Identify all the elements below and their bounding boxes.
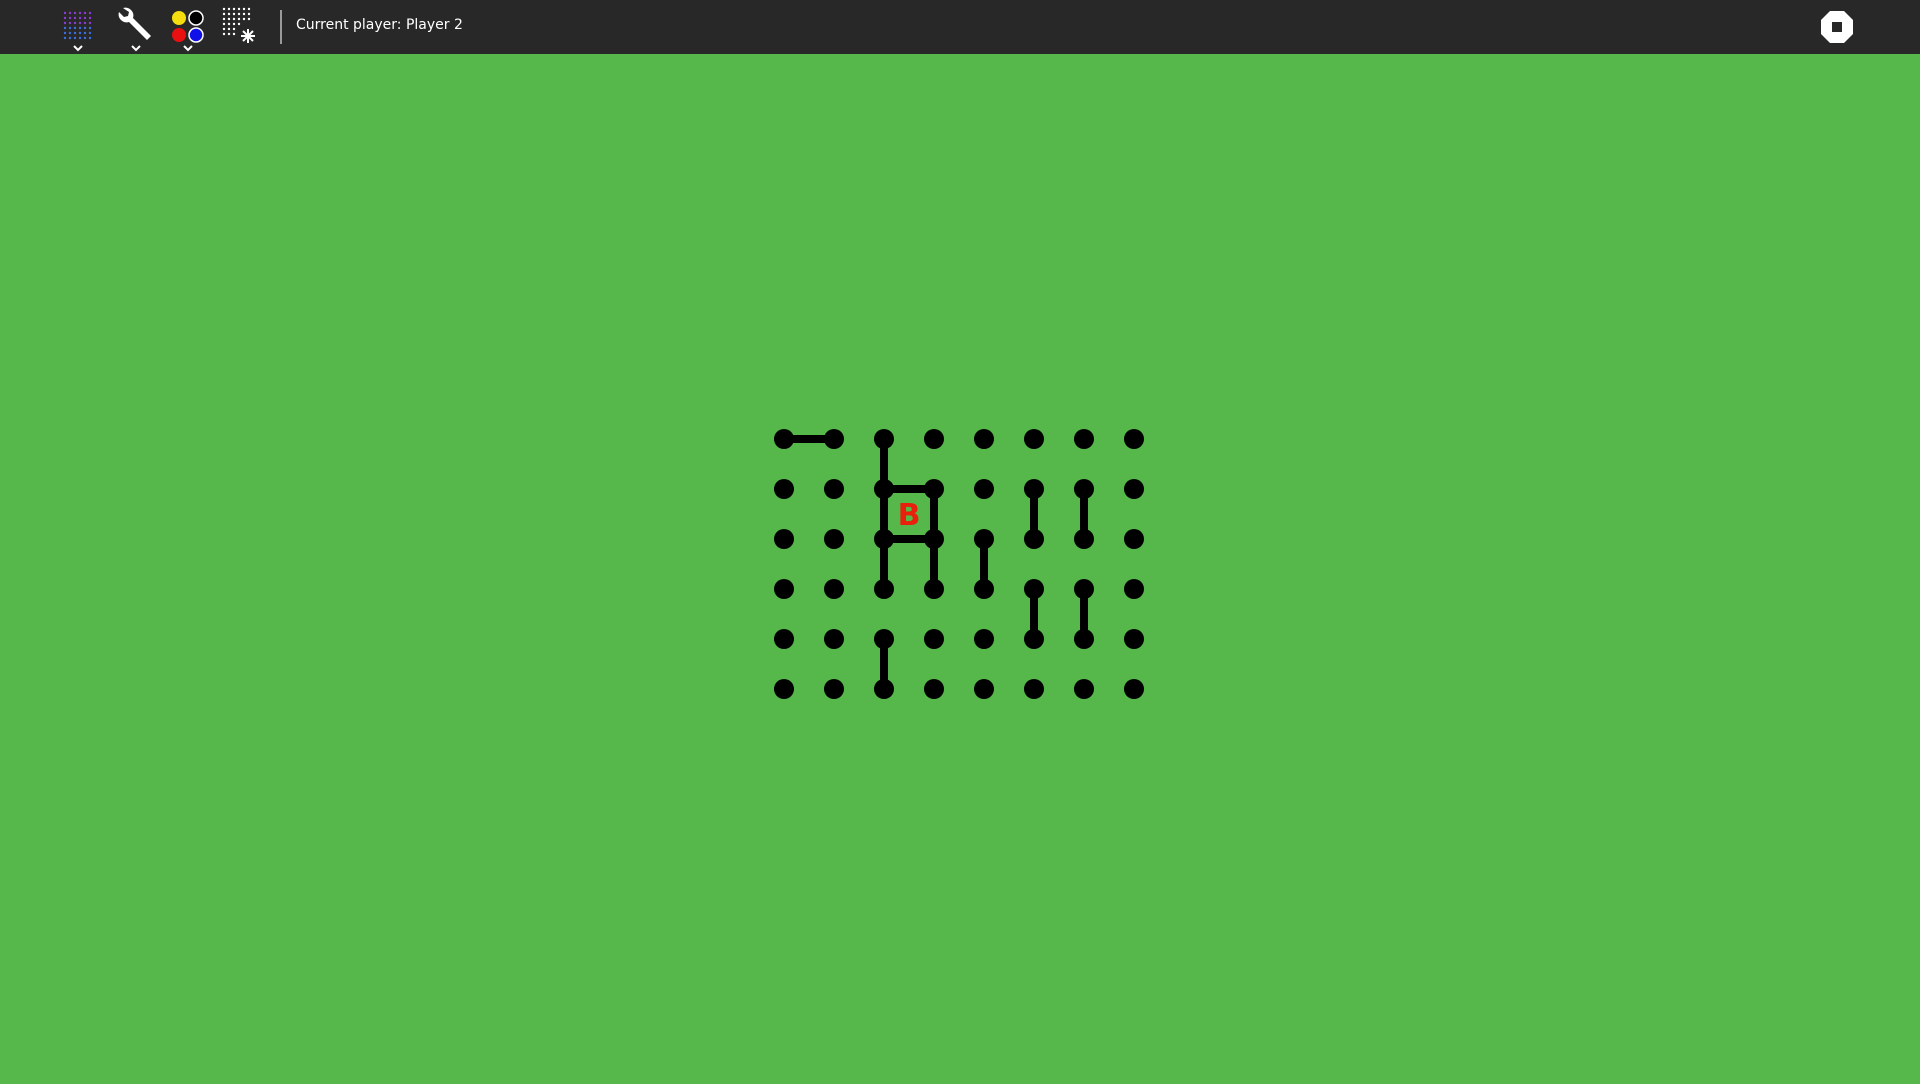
new-game-icon [222,7,255,43]
grid-dot[interactable] [774,579,794,599]
grid-dot[interactable] [1024,529,1044,549]
grid-dot[interactable] [874,679,894,699]
grid-dot[interactable] [1074,479,1094,499]
grid-dot[interactable] [974,629,994,649]
grid-dot[interactable] [774,679,794,699]
game-board[interactable]: B [0,54,1920,1080]
grid-dot[interactable] [874,579,894,599]
grid-dot[interactable] [924,479,944,499]
dot-grid[interactable]: B [0,54,1920,1080]
grid-dot[interactable] [1024,579,1044,599]
current-player-label: Current player: [296,17,402,33]
grid-dot[interactable] [1024,429,1044,449]
player-colors-button[interactable] [164,0,212,54]
grid-dot[interactable] [1124,529,1144,549]
grid-dot[interactable] [974,429,994,449]
grid-dot[interactable] [874,429,894,449]
grid-dot[interactable] [924,629,944,649]
grid-dot[interactable] [974,579,994,599]
grid-dot[interactable] [1074,529,1094,549]
grid-dot[interactable] [824,479,844,499]
grid-dot[interactable] [1024,479,1044,499]
wrench-icon [118,7,151,52]
grid-dot[interactable] [774,529,794,549]
grid-dot[interactable] [874,479,894,499]
grid-dot[interactable] [1074,629,1094,649]
grid-dot[interactable] [1024,629,1044,649]
stop-button[interactable] [1820,10,1854,44]
new-game-button[interactable] [218,0,266,54]
grid-dot[interactable] [824,429,844,449]
grid-dot[interactable] [1074,579,1094,599]
player-colors-icon [172,10,204,52]
grid-dot[interactable] [974,479,994,499]
grid-dot[interactable] [924,529,944,549]
game-size-button[interactable] [56,0,104,54]
grid-dot[interactable] [774,629,794,649]
game-size-icon [63,11,92,52]
grid-dot[interactable] [924,679,944,699]
grid-dot[interactable] [1124,479,1144,499]
current-player-status: Current player: Player 2 [296,17,463,33]
grid-dot[interactable] [824,579,844,599]
grid-dot[interactable] [1124,629,1144,649]
grid-dot[interactable] [824,679,844,699]
grid-dot[interactable] [1074,679,1094,699]
grid-dot[interactable] [824,529,844,549]
toolbar: Current player: Player 2 [0,0,1920,54]
grid-dot[interactable] [924,579,944,599]
grid-dot[interactable] [1024,679,1044,699]
grid-dot[interactable] [1124,679,1144,699]
grid-dot[interactable] [924,429,944,449]
box-owner-label: B [898,498,921,533]
current-player-value: Player 2 [405,17,463,33]
grid-dot[interactable] [1124,429,1144,449]
grid-dot[interactable] [974,679,994,699]
grid-dot[interactable] [774,429,794,449]
grid-dot[interactable] [974,529,994,549]
grid-dot[interactable] [1074,429,1094,449]
grid-dot[interactable] [824,629,844,649]
grid-dot[interactable] [774,479,794,499]
grid-dot[interactable] [1124,579,1144,599]
stop-icon [1821,11,1853,43]
grid-dot[interactable] [874,529,894,549]
grid-dot[interactable] [874,629,894,649]
toolbar-separator [280,10,282,44]
tools-button[interactable] [110,0,158,54]
